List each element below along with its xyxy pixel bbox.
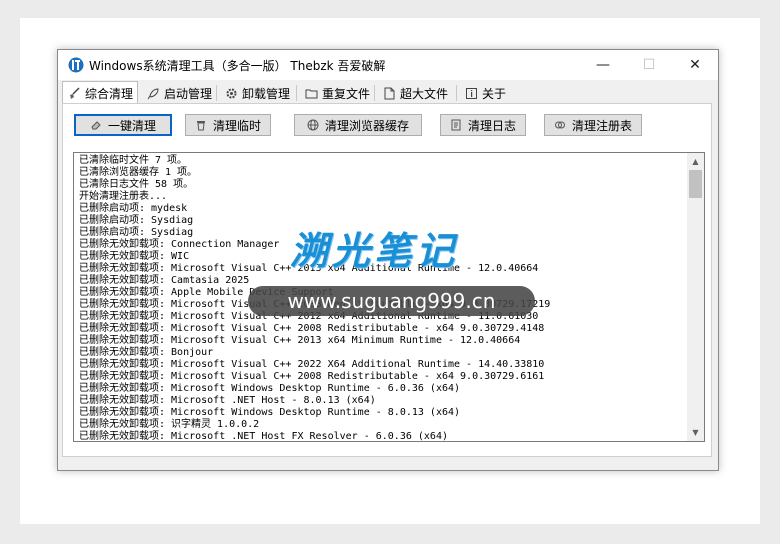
clean-browser-cache-button[interactable]: 清理浏览器缓存 bbox=[294, 114, 422, 136]
log-icon bbox=[450, 119, 462, 131]
broom-icon bbox=[67, 86, 81, 100]
log-line: 已清除临时文件 7 项。 bbox=[79, 155, 188, 166]
button-label: 清理日志 bbox=[467, 118, 516, 133]
log-line: 已删除无效卸载项: Microsoft Visual C++ 2022 X64 … bbox=[79, 359, 545, 370]
log-line: 开始清理注册表... bbox=[79, 191, 168, 202]
window-title: Windows系统清理工具（多合一版） Thebzk 吾爱破解 bbox=[89, 59, 386, 73]
registry-icon bbox=[554, 119, 566, 131]
tab-comprehensive-clean[interactable]: 综合清理 bbox=[62, 81, 138, 104]
log-line: 已删除无效卸载项: Microsoft Windows Desktop Runt… bbox=[79, 407, 461, 418]
gear-icon bbox=[224, 86, 238, 100]
tab-label: 启动管理 bbox=[164, 86, 213, 101]
clean-logs-button[interactable]: 清理日志 bbox=[440, 114, 526, 136]
tab-uninstall-manager[interactable]: 卸载管理 bbox=[220, 83, 294, 103]
rocket-icon bbox=[146, 86, 160, 100]
log-line: 已删除无效卸载项: 识字精灵 1.0.0.2 bbox=[79, 419, 260, 430]
tab-about[interactable]: 关于 bbox=[460, 83, 510, 103]
document-icon bbox=[382, 86, 396, 100]
eraser-icon bbox=[90, 119, 102, 131]
app-logo-icon bbox=[68, 57, 84, 73]
scroll-thumb[interactable] bbox=[689, 170, 702, 198]
tab-label: 超大文件 bbox=[400, 86, 449, 101]
log-line: 已删除无效卸载项: Microsoft Visual C++ 2008 Redi… bbox=[79, 371, 545, 382]
tab-divider bbox=[456, 85, 457, 101]
scroll-up-icon[interactable]: ▲ bbox=[687, 153, 704, 170]
button-label: 一键清理 bbox=[107, 118, 156, 133]
tab-divider bbox=[374, 85, 375, 101]
maximize-button[interactable]: ☐ bbox=[626, 50, 672, 80]
clean-registry-button[interactable]: 清理注册表 bbox=[544, 114, 642, 136]
one-click-clean-button[interactable]: 一键清理 bbox=[74, 114, 172, 136]
log-line: 已删除启动项: mydesk bbox=[79, 203, 188, 214]
info-icon bbox=[464, 86, 478, 100]
folder-icon bbox=[304, 86, 318, 100]
log-line: 已清除日志文件 58 项。 bbox=[79, 179, 194, 190]
watermark-brand: 溯光笔记 bbox=[290, 229, 459, 273]
button-label: 清理浏览器缓存 bbox=[324, 118, 409, 133]
minimize-button[interactable]: — bbox=[580, 50, 626, 80]
log-line: 已删除无效卸载项: Microsoft Visual C++ 2008 Redi… bbox=[79, 323, 545, 334]
log-scrollbar[interactable]: ▲ ▼ bbox=[687, 153, 704, 441]
trash-icon bbox=[195, 119, 207, 131]
button-label: 清理注册表 bbox=[571, 118, 632, 133]
scroll-down-icon[interactable]: ▼ bbox=[687, 424, 704, 441]
log-line: 已清除浏览器缓存 1 项。 bbox=[79, 167, 198, 178]
log-line: 已删除无效卸载项: Microsoft Windows Desktop Runt… bbox=[79, 383, 461, 394]
tab-strip: 综合清理 启动管理 卸载管理 重复文件 超大文件 关于 bbox=[62, 81, 712, 104]
tab-label: 卸载管理 bbox=[242, 86, 291, 101]
comprehensive-clean-panel: 一键清理 清理临时 清理浏览器缓存 清理日志 清理注册表 已清除临时文件 7 项… bbox=[62, 103, 712, 457]
close-button[interactable]: ✕ bbox=[672, 50, 718, 80]
tab-startup-manager[interactable]: 启动管理 bbox=[142, 83, 214, 103]
button-label: 清理临时 bbox=[212, 118, 261, 133]
log-line: 已删除无效卸载项: Microsoft .NET Host FX Resolve… bbox=[79, 431, 448, 442]
log-line: 已删除无效卸载项: Microsoft Visual C++ 2013 x64 … bbox=[79, 335, 521, 346]
watermark-url: www.suguang999.cn bbox=[248, 286, 535, 316]
tab-divider bbox=[296, 85, 297, 101]
globe-icon bbox=[307, 119, 319, 131]
tab-large-files[interactable]: 超大文件 bbox=[378, 83, 454, 103]
log-line: 已删除无效卸载项: Bonjour bbox=[79, 347, 214, 358]
tab-label: 重复文件 bbox=[322, 86, 371, 101]
log-line: 已删除无效卸载项: Microsoft .NET Host - 8.0.13 (… bbox=[79, 395, 376, 406]
title-bar[interactable]: Windows系统清理工具（多合一版） Thebzk 吾爱破解 — ☐ ✕ bbox=[58, 50, 718, 80]
tab-divider bbox=[216, 85, 217, 101]
tab-label: 关于 bbox=[482, 86, 507, 101]
clean-temp-button[interactable]: 清理临时 bbox=[185, 114, 271, 136]
tab-duplicate-files[interactable]: 重复文件 bbox=[300, 83, 372, 103]
tab-label: 综合清理 bbox=[85, 86, 134, 101]
